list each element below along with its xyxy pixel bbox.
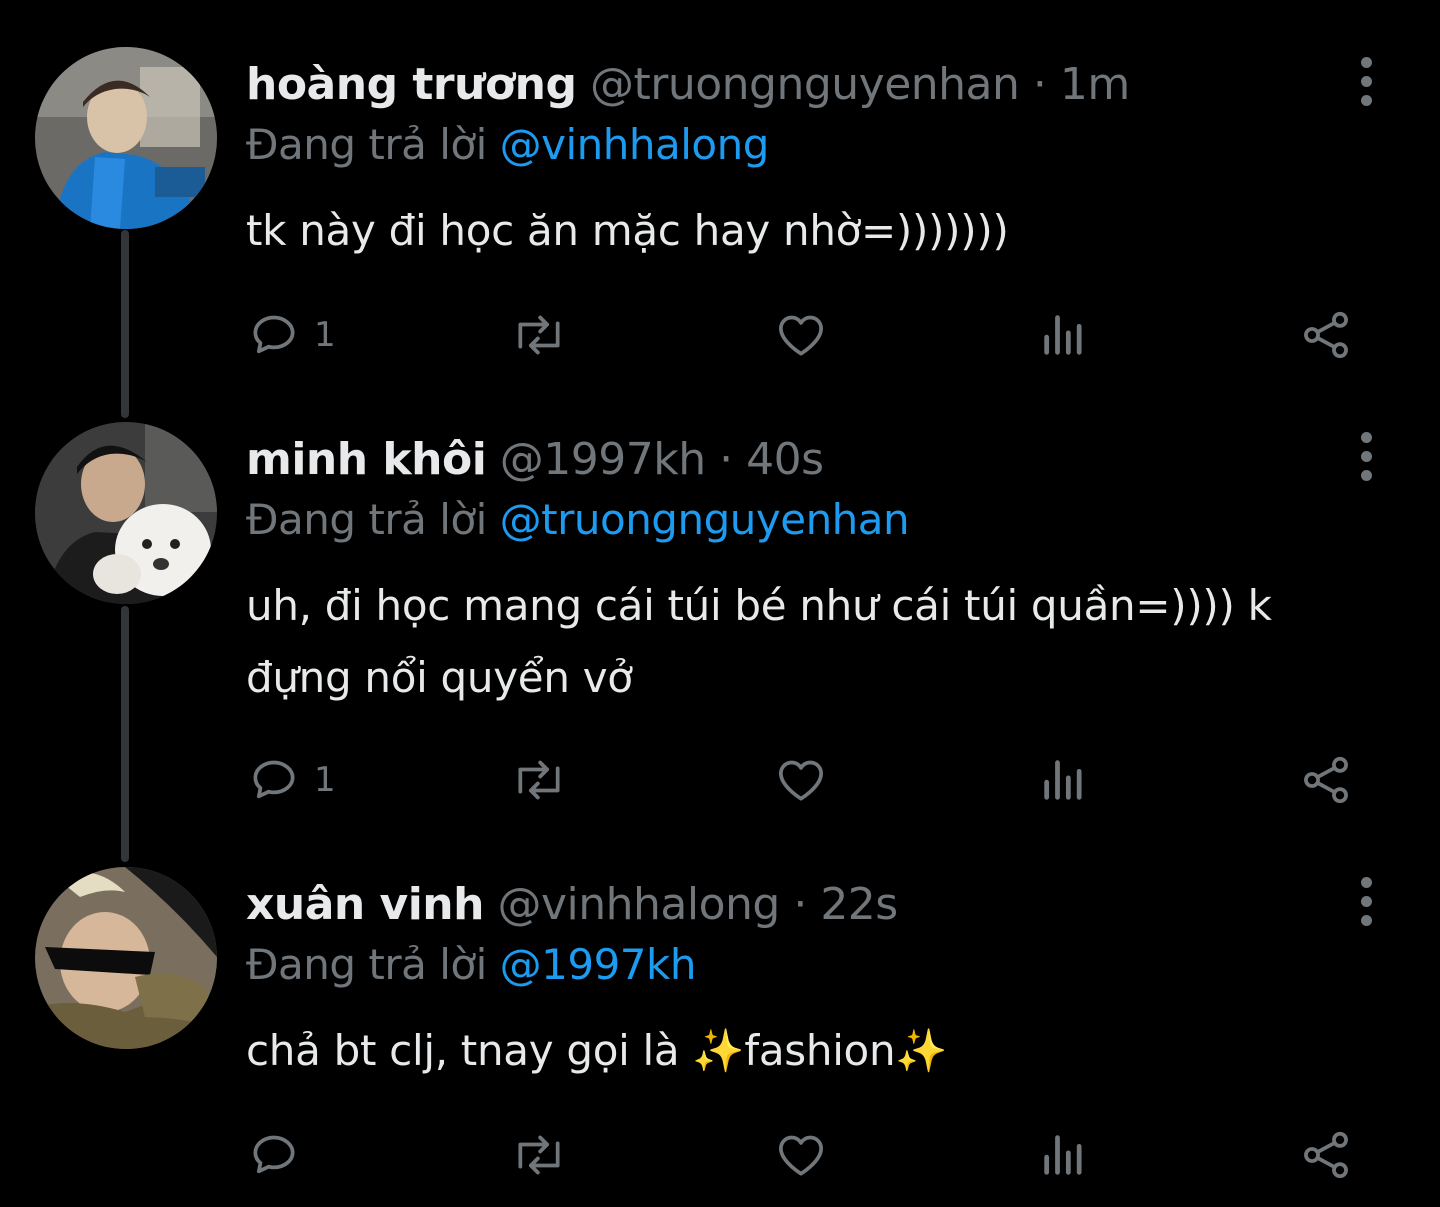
profile-photo — [35, 47, 217, 229]
action-bar: 1 — [0, 745, 1440, 815]
vertical-dots-icon — [1360, 876, 1372, 888]
action-bar — [0, 1120, 1440, 1190]
heart-icon — [779, 760, 823, 801]
replying-to-label: Đang trả lời — [246, 495, 487, 544]
bar-chart-icon — [1044, 315, 1082, 355]
profile-photo-with-dog — [35, 422, 217, 604]
retweet-button[interactable] — [508, 1120, 570, 1190]
tweet-text: chả bt clj, tnay gọi là ✨fashion✨ — [246, 1026, 948, 1075]
retweet-icon — [518, 315, 560, 355]
tweet-header: minh khôi @1997kh · 40s — [246, 430, 824, 490]
profile-photo-sunglasses — [35, 867, 217, 1049]
vertical-dots-icon — [1360, 469, 1372, 481]
vertical-dots-icon — [1360, 94, 1372, 106]
replying-to: Đang trả lời @vinhhalong — [246, 115, 769, 175]
reply-button[interactable] — [246, 1120, 314, 1190]
reply-button[interactable]: 1 — [246, 745, 336, 815]
retweet-icon — [518, 1135, 560, 1175]
tweet-header: xuân vinh @vinhhalong · 22s — [246, 875, 898, 935]
timestamp[interactable]: 40s — [746, 434, 824, 485]
display-name[interactable]: minh khôi — [246, 434, 487, 485]
speech-bubble-icon — [253, 315, 295, 354]
separator-dot: · — [793, 879, 807, 930]
reply-count: 1 — [314, 315, 336, 355]
speech-bubble-icon — [253, 760, 295, 799]
display-name[interactable]: hoàng trương — [246, 59, 577, 110]
reply-count: 1 — [314, 760, 336, 800]
share-button[interactable] — [1298, 1120, 1354, 1190]
user-handle[interactable]: @truongnguyenhan — [590, 59, 1020, 110]
share-icon — [1304, 311, 1348, 359]
timestamp[interactable]: 1m — [1060, 59, 1130, 110]
more-options-button[interactable] — [1346, 426, 1386, 486]
retweet-button[interactable] — [508, 745, 570, 815]
reply-thread: hoàng trương @truongnguyenhan · 1m Đang … — [0, 0, 1440, 1207]
heart-icon — [779, 315, 823, 356]
replying-to-label: Đang trả lời — [246, 120, 487, 169]
replying-to-mention[interactable]: @truongnguyenhan — [500, 495, 910, 544]
tweet-text: uh, đi học mang cái túi bé như cái túi q… — [246, 581, 1272, 702]
separator-dot: · — [1032, 59, 1047, 110]
avatar[interactable] — [35, 47, 217, 229]
retweet-icon — [518, 760, 560, 800]
vertical-dots-icon — [1360, 895, 1372, 907]
vertical-dots-icon — [1360, 56, 1372, 68]
retweet-button[interactable] — [508, 300, 570, 370]
user-handle[interactable]: @1997kh — [500, 434, 706, 485]
tweet[interactable]: hoàng trương @truongnguyenhan · 1m Đang … — [0, 47, 1440, 377]
like-button[interactable] — [773, 745, 829, 815]
timestamp[interactable]: 22s — [820, 879, 898, 930]
user-handle[interactable]: @vinhhalong — [497, 879, 780, 930]
speech-bubble-icon — [253, 1135, 295, 1174]
views-button[interactable] — [1038, 1120, 1090, 1190]
tweet-header: hoàng trương @truongnguyenhan · 1m — [246, 55, 1130, 115]
vertical-dots-icon — [1360, 914, 1372, 926]
reply-button[interactable]: 1 — [246, 300, 336, 370]
replying-to-mention[interactable]: @vinhhalong — [500, 120, 770, 169]
views-button[interactable] — [1038, 745, 1090, 815]
tweet-text: tk này đi học ăn mặc hay nhờ=))))))) — [246, 206, 1009, 255]
bar-chart-icon — [1044, 760, 1082, 800]
tweet[interactable]: minh khôi @1997kh · 40s Đang trả lời @tr… — [0, 422, 1440, 822]
tweet[interactable]: xuân vinh @vinhhalong · 22s Đang trả lời… — [0, 867, 1440, 1197]
display-name[interactable]: xuân vinh — [246, 879, 484, 930]
like-button[interactable] — [773, 300, 829, 370]
heart-icon — [779, 1135, 823, 1176]
replying-to: Đang trả lời @1997kh — [246, 935, 696, 995]
share-button[interactable] — [1298, 745, 1354, 815]
bar-chart-icon — [1044, 1135, 1082, 1175]
replying-to-mention[interactable]: @1997kh — [500, 940, 697, 989]
avatar[interactable] — [35, 422, 217, 604]
share-button[interactable] — [1298, 300, 1354, 370]
vertical-dots-icon — [1360, 75, 1372, 87]
replying-to-label: Đang trả lời — [246, 940, 487, 989]
share-icon — [1304, 756, 1348, 804]
avatar[interactable] — [35, 867, 217, 1049]
more-options-button[interactable] — [1346, 871, 1386, 931]
views-button[interactable] — [1038, 300, 1090, 370]
like-button[interactable] — [773, 1120, 829, 1190]
vertical-dots-icon — [1360, 431, 1372, 443]
share-icon — [1304, 1131, 1348, 1179]
more-options-button[interactable] — [1346, 51, 1386, 111]
action-bar: 1 — [0, 300, 1440, 370]
vertical-dots-icon — [1360, 450, 1372, 462]
replying-to: Đang trả lời @truongnguyenhan — [246, 490, 910, 550]
separator-dot: · — [719, 434, 733, 485]
